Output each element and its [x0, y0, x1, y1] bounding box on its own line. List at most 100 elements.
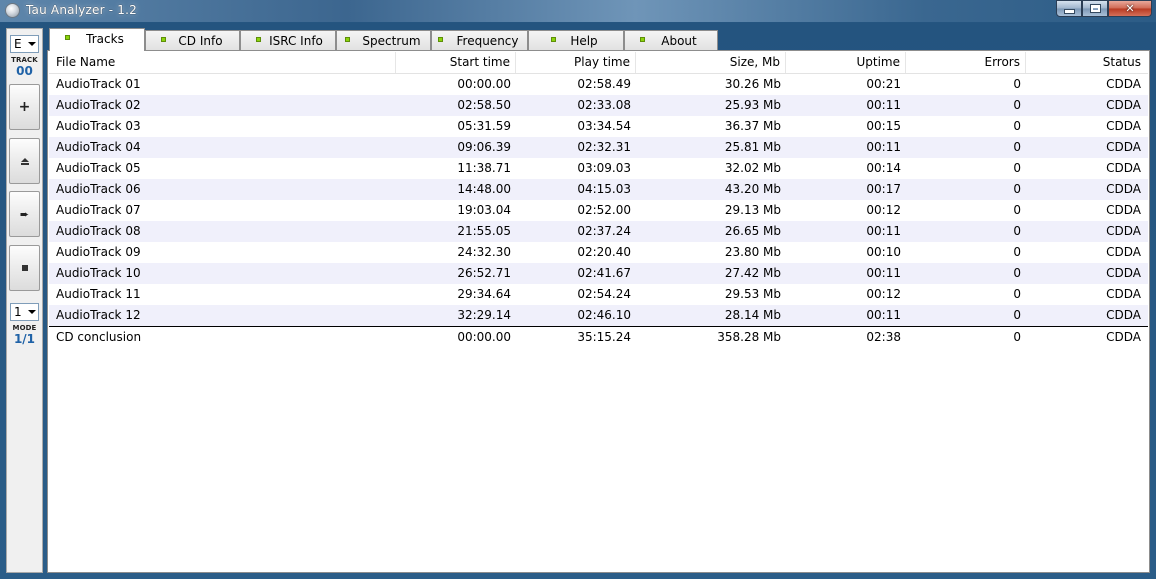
- table-cell: CDDA: [1106, 245, 1141, 259]
- drive-select[interactable]: E: [10, 35, 39, 53]
- table-cell: 14:48.00: [457, 182, 511, 196]
- table-cell: AudioTrack 11: [56, 287, 141, 301]
- table-cell: AudioTrack 04: [56, 140, 141, 154]
- table-row[interactable]: AudioTrack 01 00:00.00 02:58.49 30.26 Mb 00:…: [49, 74, 1148, 95]
- mode-select-value: 1: [14, 305, 22, 319]
- tab-frequency[interactable]: Frequency: [431, 30, 528, 50]
- table-row[interactable]: AudioTrack 02 02:58.50 02:33.08 25.93 Mb 00:…: [49, 95, 1148, 116]
- column-header-status[interactable]: Status: [1026, 52, 1146, 73]
- tab-label: Spectrum: [362, 34, 421, 48]
- column-header-uptime[interactable]: Uptime: [786, 52, 906, 73]
- mode-select[interactable]: 1: [10, 303, 39, 321]
- table-row[interactable]: AudioTrack 07 19:03.04 02:52.00 29.13 Mb 00:…: [49, 200, 1148, 221]
- caption-buttons: ✕: [1056, 0, 1152, 17]
- table-cell: AudioTrack 12: [56, 308, 141, 322]
- table-cell: 11:38.71: [457, 161, 511, 175]
- tab-label: Help: [570, 34, 598, 48]
- eject-button[interactable]: [9, 138, 40, 184]
- column-header-size[interactable]: Size, Mb: [636, 52, 786, 73]
- table-cell: 0: [1013, 161, 1021, 175]
- table-cell: 32:29.14: [457, 308, 511, 322]
- table-cell: 02:33.08: [577, 98, 631, 112]
- table-cell: 0: [1013, 98, 1021, 112]
- column-header-play-time[interactable]: Play time: [516, 52, 636, 73]
- app-window: Tau Analyzer - 1.2 ✕ E TRACK 00 + ➨ 1 MO…: [0, 0, 1156, 579]
- minimize-button[interactable]: [1056, 0, 1082, 17]
- tab-label: Frequency: [456, 34, 519, 48]
- table-cell: 00:00.00: [457, 77, 511, 91]
- table-cell: AudioTrack 07: [56, 203, 141, 217]
- drive-panel: E TRACK 00: [8, 31, 41, 85]
- table-cell: 0: [1013, 287, 1021, 301]
- tab-about[interactable]: About: [624, 30, 718, 50]
- table-cell: 04:15.03: [577, 182, 631, 196]
- table-cell: 0: [1013, 245, 1021, 259]
- stop-button[interactable]: [9, 245, 40, 291]
- table-cell: 00:11: [866, 308, 901, 322]
- table-cell: 02:38: [866, 330, 901, 344]
- table-row[interactable]: AudioTrack 10 26:52.71 02:41.67 27.42 Mb 00:…: [49, 263, 1148, 284]
- table-row[interactable]: AudioTrack 11 29:34.64 02:54.24 29.53 Mb 00:…: [49, 284, 1148, 305]
- table-cell: 0: [1013, 77, 1021, 91]
- column-header-start-time[interactable]: Start time: [396, 52, 516, 73]
- table-cell: 00:11: [866, 140, 901, 154]
- table-row[interactable]: AudioTrack 12 32:29.14 02:46.10 28.14 Mb 00:…: [49, 305, 1148, 326]
- mode-panel: 1 MODE 1/1: [8, 299, 41, 353]
- table-cell: 0: [1013, 330, 1021, 344]
- table-cell: 02:32.31: [577, 140, 631, 154]
- table-cell: 26.65 Mb: [724, 224, 781, 238]
- add-button[interactable]: +: [9, 84, 40, 130]
- table-cell: CDDA: [1106, 224, 1141, 238]
- table-header: File Name Start time Play time Size, Mb …: [49, 52, 1148, 74]
- close-button[interactable]: ✕: [1108, 0, 1152, 17]
- table-row[interactable]: AudioTrack 03 05:31.59 03:34.54 36.37 Mb 00:…: [49, 116, 1148, 137]
- tab-tracks[interactable]: Tracks: [49, 28, 145, 51]
- main-panel: Tracks CD Info ISRC Info Spectrum Freque…: [47, 28, 1150, 573]
- chevron-down-icon: [28, 42, 36, 46]
- table-cell: 0: [1013, 308, 1021, 322]
- track-label: TRACK: [11, 56, 38, 64]
- table-row[interactable]: AudioTrack 09 24:32.30 02:20.40 23.80 Mb 00:…: [49, 242, 1148, 263]
- column-header-file-name[interactable]: File Name: [51, 52, 396, 73]
- table-cell: 09:06.39: [457, 140, 511, 154]
- table-cell: 21:55.05: [457, 224, 511, 238]
- table-cell: CDDA: [1106, 98, 1141, 112]
- table-cell: 36.37 Mb: [724, 119, 781, 133]
- table-cell: 0: [1013, 203, 1021, 217]
- table-cell: CD conclusion: [56, 330, 142, 344]
- eject-icon: [20, 157, 29, 165]
- table-row[interactable]: AudioTrack 04 09:06.39 02:32.31 25.81 Mb 00:…: [49, 137, 1148, 158]
- table-cell: 30.26 Mb: [724, 77, 781, 91]
- table-cell: CDDA: [1106, 330, 1141, 344]
- track-value: 00: [16, 64, 33, 78]
- table-cell: 02:58.50: [457, 98, 511, 112]
- table-row[interactable]: AudioTrack 06 14:48.00 04:15.03 43.20 Mb 00:…: [49, 179, 1148, 200]
- table-row[interactable]: AudioTrack 08 21:55.05 02:37.24 26.65 Mb 00:…: [49, 221, 1148, 242]
- table-cell: 29:34.64: [457, 287, 511, 301]
- column-header-errors[interactable]: Errors: [906, 52, 1026, 73]
- tab-isrc-info[interactable]: ISRC Info: [240, 30, 336, 50]
- summary-row[interactable]: CD conclusion 00:00.00 35:15.24 358.28 Mb 02…: [49, 326, 1148, 348]
- table-cell: AudioTrack 08: [56, 224, 141, 238]
- table-cell: 00:11: [866, 224, 901, 238]
- table-cell: 0: [1013, 119, 1021, 133]
- tab-spectrum[interactable]: Spectrum: [336, 30, 431, 50]
- tracks-panel: File Name Start time Play time Size, Mb …: [47, 50, 1150, 573]
- title-bar[interactable]: Tau Analyzer - 1.2 ✕: [0, 0, 1156, 22]
- table-cell: 19:03.04: [457, 203, 511, 217]
- tab-label: CD Info: [178, 34, 223, 48]
- play-button[interactable]: ➨: [9, 191, 40, 237]
- table-cell: 05:31.59: [457, 119, 511, 133]
- track-list: AudioTrack 01 00:00.00 02:58.49 30.26 Mb 00:…: [49, 74, 1148, 348]
- table-cell: 02:52.00: [577, 203, 631, 217]
- tab-cd-info[interactable]: CD Info: [145, 30, 240, 50]
- table-cell: CDDA: [1106, 161, 1141, 175]
- app-icon[interactable]: [5, 3, 20, 18]
- tab-help[interactable]: Help: [528, 30, 624, 50]
- minimize-icon: [1063, 8, 1075, 14]
- maximize-button[interactable]: [1082, 0, 1108, 17]
- table-row[interactable]: AudioTrack 05 11:38.71 03:09.03 32.02 Mb 00:…: [49, 158, 1148, 179]
- table-cell: 02:58.49: [577, 77, 631, 91]
- table-cell: 26:52.71: [457, 266, 511, 280]
- table-cell: CDDA: [1106, 182, 1141, 196]
